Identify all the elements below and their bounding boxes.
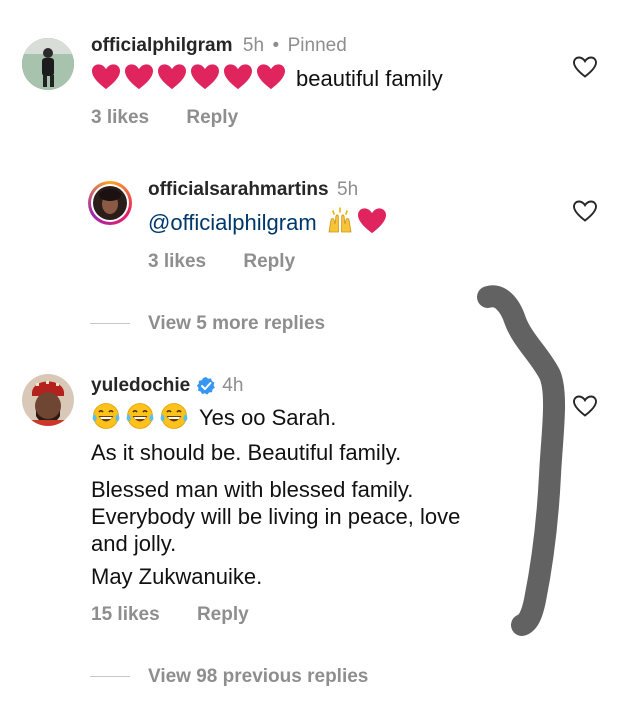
avatar[interactable] bbox=[88, 181, 132, 225]
username[interactable]: yuledochie bbox=[91, 375, 190, 397]
like-heart-icon[interactable] bbox=[572, 199, 598, 223]
comment-text-line: Yes oo Sarah. bbox=[199, 405, 337, 430]
red-heart-icon bbox=[91, 63, 121, 96]
avatar-figure-icon bbox=[22, 38, 74, 90]
comment-text-line: and jolly. bbox=[91, 531, 177, 556]
reply-button[interactable]: Reply bbox=[186, 107, 238, 128]
avatar-face-icon bbox=[22, 374, 74, 426]
view-more-replies-label: View 5 more replies bbox=[148, 313, 326, 334]
likes-count[interactable]: 15 likes bbox=[91, 604, 160, 625]
comment-body: @officialphilgram bbox=[148, 206, 387, 241]
laughing-tears-icon bbox=[159, 401, 189, 436]
red-heart-icon bbox=[157, 63, 187, 96]
like-heart-icon[interactable] bbox=[572, 55, 598, 79]
red-heart-icon bbox=[357, 207, 387, 240]
username[interactable]: officialsarahmartins bbox=[148, 179, 329, 200]
comment-text: beautiful family bbox=[296, 66, 443, 91]
likes-count[interactable]: 3 likes bbox=[91, 107, 149, 128]
avatar-face-icon bbox=[91, 184, 129, 222]
comment-text-line: Everybody will be living in peace, love bbox=[91, 504, 461, 529]
timestamp: 5h bbox=[337, 179, 359, 200]
pinned-separator: • bbox=[272, 35, 280, 56]
laughing-tears-icon bbox=[91, 401, 121, 436]
view-more-replies-button[interactable]: View 5 more replies bbox=[90, 313, 325, 335]
raising-hands-icon bbox=[325, 206, 355, 241]
view-previous-replies-label: View 98 previous replies bbox=[148, 666, 369, 687]
divider-line bbox=[90, 323, 130, 325]
comment-body: beautiful family bbox=[91, 63, 443, 96]
likes-count[interactable]: 3 likes bbox=[148, 251, 206, 272]
avatar[interactable] bbox=[22, 38, 74, 90]
red-heart-icon bbox=[124, 63, 154, 96]
mention-link[interactable]: @officialphilgram bbox=[148, 208, 317, 238]
reply-button[interactable]: Reply bbox=[243, 251, 295, 272]
timestamp: 4h bbox=[222, 375, 244, 396]
red-heart-icon bbox=[190, 63, 220, 96]
comment-body: Yes oo Sarah. bbox=[91, 401, 337, 436]
pinned-label: Pinned bbox=[287, 35, 347, 56]
verified-badge-icon bbox=[197, 377, 216, 395]
timestamp: 5h bbox=[242, 35, 265, 56]
comment-text-line: May Zukwanuike. bbox=[91, 564, 263, 589]
avatar[interactable] bbox=[22, 374, 74, 426]
red-heart-icon bbox=[256, 63, 286, 96]
comment-text-line: Blessed man with blessed family. bbox=[91, 477, 414, 502]
reply-button[interactable]: Reply bbox=[197, 604, 249, 625]
divider-line bbox=[90, 676, 130, 678]
comment-text-line: As it should be. Beautiful family. bbox=[91, 440, 402, 465]
scribble-annotation bbox=[477, 285, 566, 636]
view-previous-replies-button[interactable]: View 98 previous replies bbox=[90, 666, 368, 688]
laughing-tears-icon bbox=[125, 401, 155, 436]
red-heart-icon bbox=[223, 63, 253, 96]
username[interactable]: officialphilgram bbox=[91, 35, 232, 56]
